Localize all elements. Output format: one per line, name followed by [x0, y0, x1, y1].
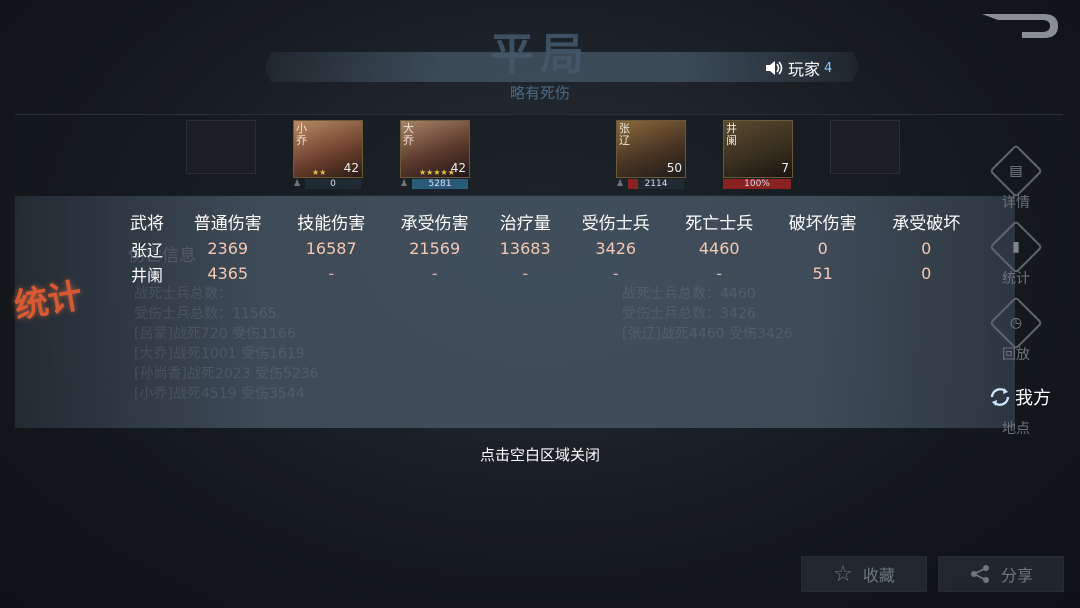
hero-level: 7 [781, 161, 789, 175]
stats-stamp: 统计 [11, 275, 86, 327]
cell: 3426 [595, 239, 637, 258]
menu-replay[interactable]: ◷ 回放 [989, 296, 1043, 364]
col-damage-taken: 承受伤害 [400, 213, 469, 234]
col-general: 武将 [130, 213, 164, 234]
bar-chart-icon: ▮ [989, 220, 1043, 274]
share-button[interactable]: 分享 [938, 556, 1064, 592]
cell: 13683 [499, 239, 551, 258]
hero-troop-bar: ♟ 0 [293, 179, 361, 189]
stats-table: 武将 普通伤害 技能伤害 承受伤害 治疗量 受伤士兵 死亡士兵 破坏伤害 承受破… [118, 206, 978, 286]
log-line: 战死士兵总数：4460 [622, 286, 756, 302]
empty-hero-slot [830, 120, 900, 174]
soldier-icon: ♟ [616, 179, 625, 189]
hero-strip [15, 114, 1063, 195]
cell: - [612, 264, 619, 283]
durability-value: 100% [723, 179, 791, 189]
cell: 4365 [207, 264, 249, 283]
cell: 2369 [207, 239, 249, 258]
col-dead: 死亡士兵 [685, 213, 754, 234]
back-button[interactable] [978, 8, 1064, 46]
empty-hero-slot [186, 120, 256, 174]
hero-card-daqiao[interactable]: 大乔 ★★★★★ 42 [400, 120, 470, 178]
hero-name: 井阑 [726, 122, 737, 147]
stats-header-row: 武将 普通伤害 技能伤害 承受伤害 治疗量 受伤士兵 死亡士兵 破坏伤害 承受破… [118, 206, 978, 236]
log-line: [小乔]战死4519 受伤3544 [134, 386, 305, 402]
table-row: 张辽 2369 16587 21569 13683 3426 4460 0 0 [118, 236, 978, 261]
favorite-label: 收藏 [862, 566, 895, 585]
cell: 51 [812, 264, 833, 283]
hero-stars: ★★ [312, 168, 327, 177]
cell: 21569 [409, 239, 461, 258]
menu-location[interactable]: 地点 [992, 418, 1040, 438]
col-wounded: 受伤士兵 [581, 213, 650, 234]
troop-value: 0 [305, 179, 361, 189]
log-line: 战死士兵总数： [134, 286, 232, 302]
soldier-icon: ♟ [293, 179, 302, 189]
hero-card-jinglan[interactable]: 井阑 7 [723, 120, 793, 178]
troop-value: 2114 [628, 179, 684, 189]
casualty-log-right: 战死士兵总数：4460 受伤士兵总数：3426 [张辽]战死4460 受伤342… [622, 284, 793, 344]
log-line: [大乔]战死1001 受伤1619 [134, 346, 305, 362]
col-siege-damage: 破坏伤害 [788, 213, 857, 234]
table-row: 井阑 4365 - - - - - 51 0 [118, 261, 978, 286]
cell: 16587 [305, 239, 357, 258]
hero-level: 50 [666, 161, 682, 175]
menu-label: 地点 [1002, 421, 1030, 437]
hero-troop-bar: ♟ 5281 [400, 179, 468, 189]
switch-icon [990, 388, 1010, 406]
hero-name: 大乔 [403, 122, 414, 147]
hero-card-zhangliao[interactable]: 张辽 50 [616, 120, 686, 178]
casualty-log-left: 战死士兵总数： 受伤士兵总数：11565 [吕蒙]战死720 受伤1166 [大… [134, 284, 319, 404]
close-hint[interactable]: 点击空白区域关闭 [420, 444, 660, 465]
player-tag[interactable]: 玩家 4 [764, 56, 832, 80]
share-icon [970, 565, 989, 583]
troop-value: 5281 [412, 179, 468, 189]
col-healing: 治疗量 [499, 213, 551, 234]
cell: 井阑 [130, 265, 163, 285]
back-arrow-icon [982, 14, 1058, 38]
cell: - [431, 264, 438, 283]
cell: 0 [921, 239, 932, 258]
our-side-toggle[interactable]: 我方 [987, 384, 1051, 410]
player-label: 玩家 [788, 60, 821, 79]
cell: - [522, 264, 529, 283]
star-icon: ☆ [833, 561, 853, 587]
hero-level: 42 [343, 161, 359, 175]
menu-details[interactable]: ▤ 详情 [989, 144, 1043, 212]
replay-icon: ◷ [989, 296, 1043, 350]
cell: - [716, 264, 723, 283]
hero-name: 张辽 [619, 122, 630, 147]
log-line: [孙尚香]战死2023 受伤5236 [134, 366, 319, 382]
col-siege-taken: 承受破坏 [892, 213, 961, 234]
document-icon: ▤ [989, 144, 1043, 198]
cell: 0 [817, 239, 828, 258]
cell: 张辽 [130, 240, 163, 260]
player-suffix: 4 [824, 60, 833, 76]
log-line: [吕蒙]战死720 受伤1166 [134, 326, 296, 342]
speaker-icon [766, 61, 783, 75]
cell: 4460 [698, 239, 740, 258]
log-line: 受伤士兵总数：11565 [134, 306, 277, 322]
hero-troop-bar: ♟ 2114 [616, 179, 684, 189]
result-subtitle: 略有死伤 [509, 84, 570, 102]
hero-durability-bar: 100% [723, 179, 791, 189]
menu-stats[interactable]: ▮ 统计 [989, 220, 1043, 288]
log-line: [张辽]战死4460 受伤3426 [622, 326, 793, 342]
col-normal-damage: 普通伤害 [193, 213, 262, 234]
hero-card-xiaoqiao[interactable]: 小乔 ★★ 42 [293, 120, 363, 178]
share-label: 分享 [1000, 566, 1033, 585]
soldier-icon: ♟ [400, 179, 409, 189]
cell: 0 [921, 264, 932, 283]
our-side-label: 我方 [1015, 388, 1051, 409]
hero-level: 42 [450, 161, 466, 175]
cell: - [328, 264, 335, 283]
log-line: 受伤士兵总数：3426 [622, 306, 756, 322]
col-skill-damage: 技能伤害 [297, 213, 366, 234]
hero-stars: ★★★★★ [419, 168, 455, 177]
hero-name: 小乔 [296, 122, 307, 147]
favorite-button[interactable]: ☆ 收藏 [801, 556, 927, 592]
